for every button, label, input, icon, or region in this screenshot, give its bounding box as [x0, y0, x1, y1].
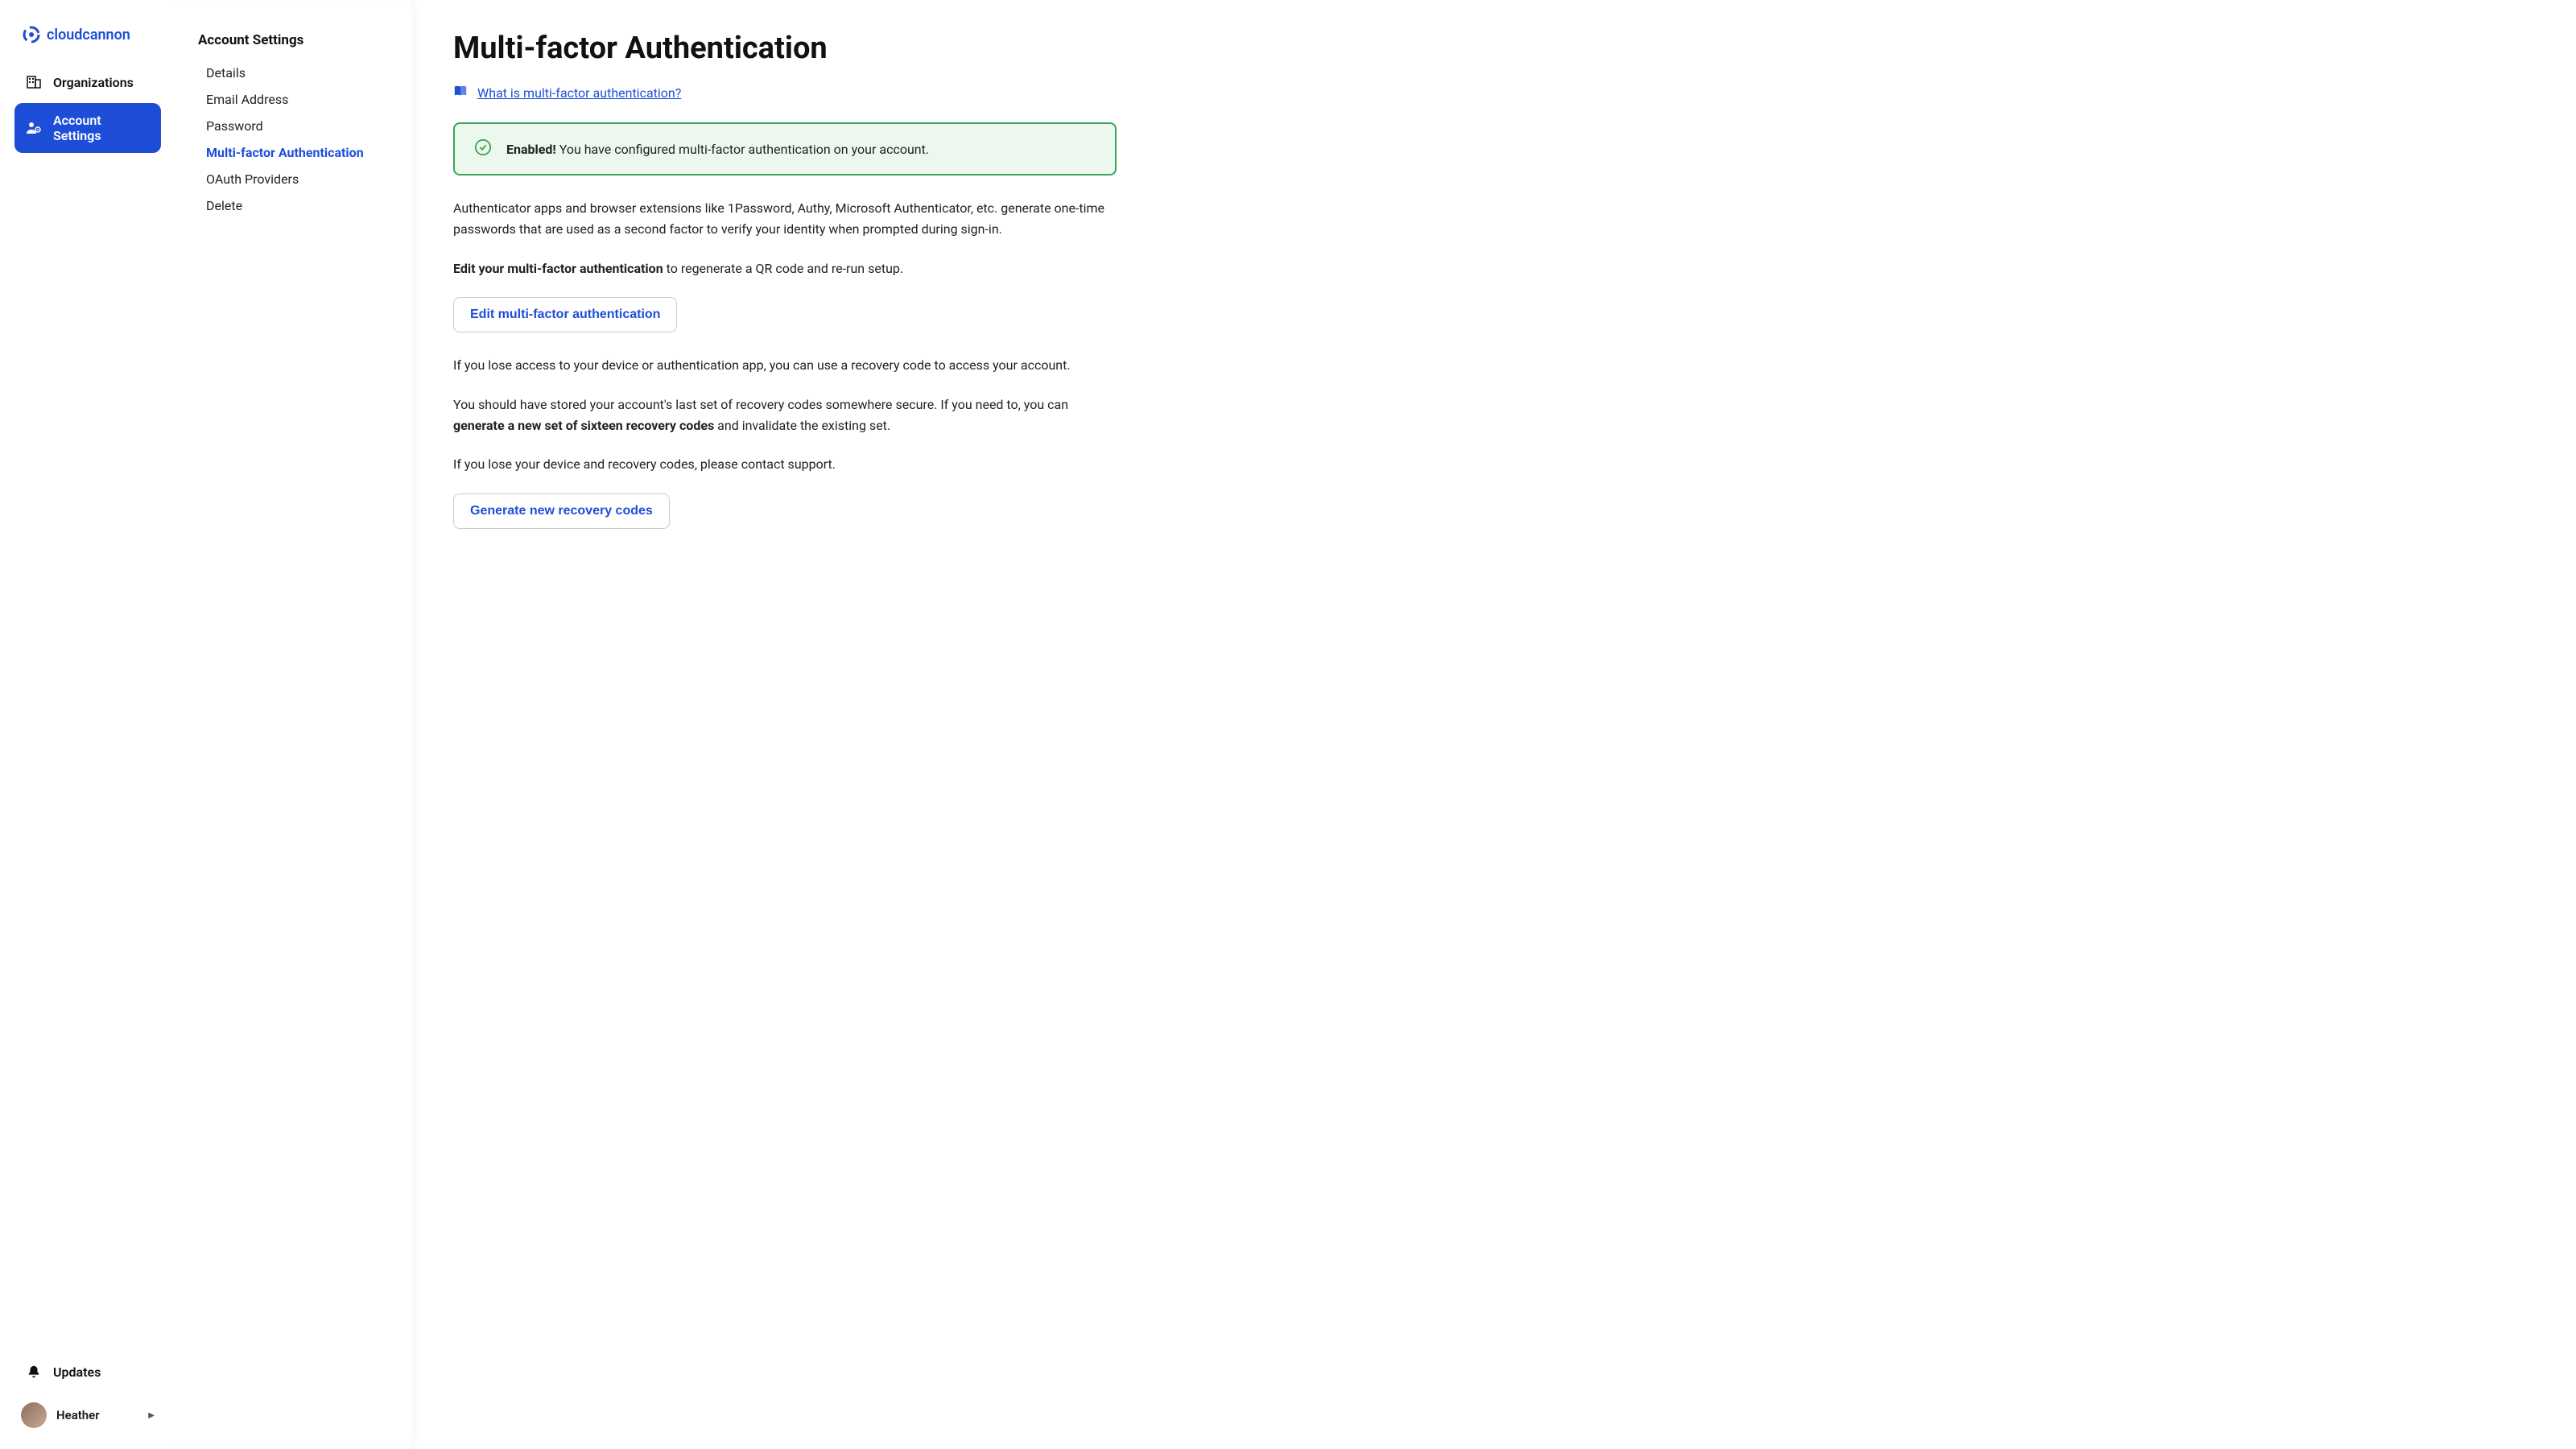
nav-item-account-settings[interactable]: Account Settings	[14, 103, 161, 153]
status-banner: Enabled! You have configured multi-facto…	[453, 122, 1117, 175]
status-text: Enabled! You have configured multi-facto…	[506, 142, 929, 157]
brand-logo-icon	[21, 24, 42, 45]
nav-item-updates[interactable]: Updates	[14, 1354, 161, 1389]
section-title: Account Settings	[198, 32, 392, 48]
building-icon	[26, 74, 42, 90]
subnav-mfa[interactable]: Multi-factor Authentication	[198, 139, 392, 166]
subnav-password[interactable]: Password	[198, 113, 392, 139]
bell-icon	[26, 1364, 42, 1380]
check-circle-icon	[474, 138, 492, 159]
user-menu[interactable]: Heather ▶	[14, 1396, 161, 1435]
intro-paragraph: Authenticator apps and browser extension…	[453, 198, 1117, 241]
subnav-delete[interactable]: Delete	[198, 192, 392, 219]
caret-right-icon: ▶	[148, 1411, 155, 1420]
secondary-sidebar: Account Settings Details Email Address P…	[175, 0, 415, 1449]
user-name: Heather	[56, 1408, 100, 1422]
recovery-paragraph-3: If you lose your device and recovery cod…	[453, 454, 1117, 475]
subnav-details[interactable]: Details	[198, 60, 392, 86]
edit-paragraph-rest: to regenerate a QR code and re-run setup…	[663, 261, 903, 276]
edit-mfa-button[interactable]: Edit multi-factor authentication	[453, 297, 677, 332]
nav-item-organizations[interactable]: Organizations	[14, 64, 161, 100]
recovery-2a: You should have stored your account's la…	[453, 397, 1068, 412]
status-message: You have configured multi-factor authent…	[559, 142, 929, 157]
main-content: Multi-factor Authentication What is mult…	[415, 0, 1155, 1449]
status-label: Enabled!	[506, 142, 556, 157]
nav-label: Updates	[53, 1364, 101, 1380]
nav-label: Account Settings	[53, 113, 150, 143]
brand-name: cloudcannon	[47, 27, 130, 43]
recovery-2-strong: generate a new set of sixteen recovery c…	[453, 418, 714, 433]
recovery-paragraph-1: If you lose access to your device or aut…	[453, 355, 1117, 376]
book-icon	[453, 84, 468, 101]
nav-label: Organizations	[53, 75, 134, 90]
subnav-oauth[interactable]: OAuth Providers	[198, 166, 392, 192]
recovery-paragraph-2: You should have stored your account's la…	[453, 394, 1117, 437]
subnav-email[interactable]: Email Address	[198, 86, 392, 113]
primary-sidebar: cloudcannon Organizations Account Settin	[0, 0, 175, 1449]
edit-paragraph: Edit your multi-factor authentication to…	[453, 258, 1117, 279]
user-gear-icon	[26, 120, 42, 136]
page-title: Multi-factor Authentication	[453, 31, 1117, 66]
edit-paragraph-strong: Edit your multi-factor authentication	[453, 261, 663, 276]
help-link[interactable]: What is multi-factor authentication?	[477, 85, 681, 101]
brand-logo[interactable]: cloudcannon	[14, 14, 161, 64]
help-link-row: What is multi-factor authentication?	[453, 84, 1117, 101]
generate-recovery-button[interactable]: Generate new recovery codes	[453, 493, 670, 529]
avatar	[21, 1402, 47, 1428]
recovery-2b: and invalidate the existing set.	[714, 418, 890, 433]
